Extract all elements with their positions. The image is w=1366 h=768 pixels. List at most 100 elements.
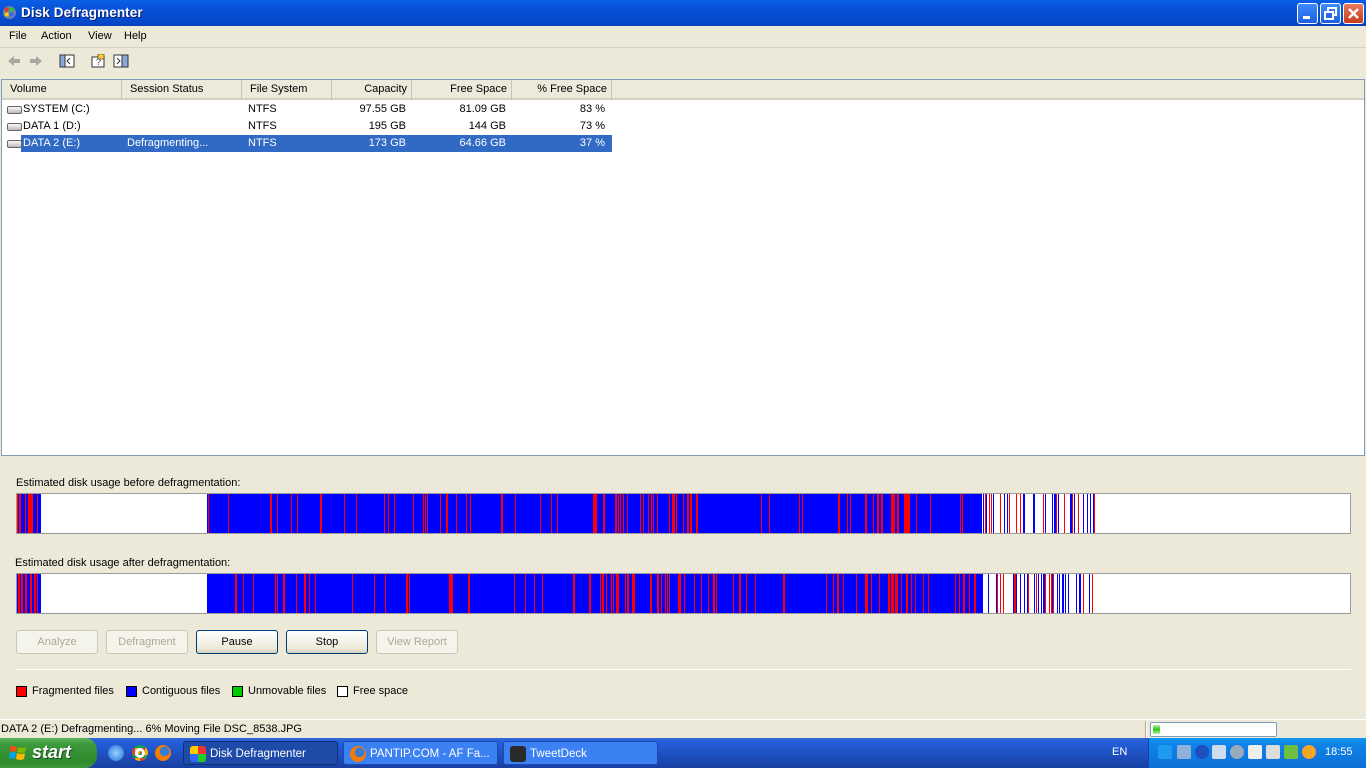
fragment-stripe bbox=[34, 574, 36, 613]
fragment-stripe bbox=[632, 574, 633, 613]
fragment-stripe bbox=[1034, 494, 1035, 533]
properties-icon[interactable] bbox=[113, 54, 129, 68]
fragment-stripe bbox=[665, 574, 666, 613]
fragment-stripe bbox=[618, 574, 619, 613]
column-header-file-system[interactable]: File System bbox=[242, 80, 332, 100]
menu-view[interactable]: View bbox=[88, 30, 112, 42]
before-label: Estimated disk usage before defragmentat… bbox=[16, 477, 241, 489]
language-indicator[interactable]: EN bbox=[1112, 746, 1127, 758]
nvidia-tray-icon[interactable] bbox=[1284, 745, 1298, 759]
task-tweetdeck[interactable]: TweetDeck bbox=[503, 741, 658, 765]
fragment-stripe bbox=[1024, 494, 1025, 533]
disk-defragmenter-task-icon bbox=[190, 746, 206, 762]
forward-icon[interactable] bbox=[28, 54, 44, 68]
fragment-stripe bbox=[31, 494, 32, 533]
fragment-stripe bbox=[270, 494, 272, 533]
fragment-stripe bbox=[657, 574, 659, 613]
fragment-stripe bbox=[384, 494, 385, 533]
fragment-stripe bbox=[466, 494, 467, 533]
analyze-button[interactable]: Analyze bbox=[16, 630, 98, 654]
utility-tray-icon[interactable] bbox=[1230, 745, 1244, 759]
tweetdeck-task-icon bbox=[510, 746, 526, 762]
bluetooth-tray-icon[interactable] bbox=[1195, 745, 1209, 759]
pointer-tray-icon[interactable] bbox=[1248, 745, 1262, 759]
show-hide-tree-icon[interactable] bbox=[59, 54, 75, 68]
clock: 18:55 bbox=[1325, 746, 1353, 758]
fragment-stripe bbox=[683, 494, 684, 533]
menu-file[interactable]: File bbox=[9, 30, 27, 42]
fragment-stripe bbox=[888, 574, 890, 613]
fragment-stripe bbox=[595, 494, 596, 533]
column-header-free-space[interactable]: Free Space bbox=[412, 80, 512, 100]
fragment-stripe bbox=[613, 574, 614, 613]
title-bar[interactable]: Disk Defragmenter bbox=[0, 0, 1366, 26]
help-icon[interactable]: ? bbox=[90, 54, 106, 68]
fragment-stripe bbox=[18, 574, 20, 613]
fragment-stripe bbox=[501, 494, 503, 533]
chrome-icon[interactable] bbox=[132, 745, 148, 761]
column-header-session-status[interactable]: Session Status bbox=[122, 80, 242, 100]
volume-tray-icon[interactable] bbox=[1266, 745, 1280, 759]
task-pantip[interactable]: PANTIP.COM - AF Fa... bbox=[343, 741, 498, 765]
fragment-stripe bbox=[1093, 494, 1094, 533]
restore-icon bbox=[1324, 7, 1337, 20]
view-report-button[interactable]: View Report bbox=[376, 630, 458, 654]
pause-button[interactable]: Pause bbox=[196, 630, 278, 654]
network-tray-icon[interactable] bbox=[1177, 745, 1191, 759]
fragment-stripe bbox=[30, 574, 31, 613]
fragment-stripe bbox=[761, 494, 762, 533]
column-header-pct-free-space[interactable]: % Free Space bbox=[512, 80, 612, 100]
fragment-stripe bbox=[784, 574, 785, 613]
update-tray-icon[interactable] bbox=[1302, 745, 1316, 759]
fragment-stripe bbox=[678, 574, 679, 613]
stop-button[interactable]: Stop bbox=[286, 630, 368, 654]
contiguous-block bbox=[837, 574, 917, 613]
minimize-icon bbox=[1303, 16, 1310, 19]
fragment-stripe bbox=[866, 494, 867, 533]
back-icon[interactable] bbox=[6, 54, 22, 68]
fragment-stripe bbox=[1094, 494, 1095, 533]
restore-button[interactable] bbox=[1320, 3, 1341, 24]
status-text: DATA 2 (E:) Defragmenting... 6% Moving F… bbox=[1, 723, 302, 735]
fragment-stripe bbox=[833, 574, 834, 613]
volume-row[interactable]: DATA 1 (D:) NTFS 195 GB 144 GB 73 % bbox=[2, 118, 612, 135]
fragment-stripe bbox=[676, 494, 677, 533]
fragment-stripe bbox=[1016, 574, 1017, 613]
fragment-stripe bbox=[1020, 574, 1021, 613]
fragment-stripe bbox=[1015, 574, 1016, 613]
fragment-stripe bbox=[603, 494, 605, 533]
close-button[interactable] bbox=[1343, 3, 1364, 24]
volume-list[interactable]: Volume Session Status File System Capaci… bbox=[1, 79, 1365, 456]
menu-action[interactable]: Action bbox=[41, 30, 72, 42]
task-disk-defragmenter[interactable]: Disk Defragmenter bbox=[183, 741, 338, 765]
fragment-stripe bbox=[1033, 494, 1034, 533]
fragment-stripe bbox=[906, 494, 907, 533]
column-header-capacity[interactable]: Capacity bbox=[332, 80, 412, 100]
fragment-stripe bbox=[1052, 494, 1053, 533]
fragment-stripe bbox=[1054, 494, 1055, 533]
start-button[interactable]: start bbox=[0, 738, 97, 768]
fragment-stripe bbox=[847, 494, 848, 533]
ie-icon[interactable] bbox=[108, 745, 124, 761]
fragment-stripe bbox=[960, 494, 961, 533]
fragment-stripe bbox=[427, 494, 428, 533]
file-system: NTFS bbox=[248, 103, 277, 115]
minimize-button[interactable] bbox=[1297, 3, 1318, 24]
system-tray: 18:55 bbox=[1148, 738, 1366, 768]
fragment-stripe bbox=[696, 494, 697, 533]
twitter-tray-icon[interactable] bbox=[1158, 745, 1172, 759]
fragment-stripe bbox=[540, 494, 541, 533]
defragment-button[interactable]: Defragment bbox=[106, 630, 188, 654]
fragment-stripe bbox=[669, 574, 670, 613]
fragment-stripe bbox=[25, 574, 26, 613]
menu-help[interactable]: Help bbox=[124, 30, 147, 42]
legend-unmovable-swatch bbox=[232, 686, 243, 697]
volume-row-selected[interactable]: DATA 2 (E:) Defragmenting... NTFS 173 GB… bbox=[7, 135, 612, 152]
fragment-stripe bbox=[963, 574, 965, 613]
fragment-stripe bbox=[627, 494, 628, 533]
safely-remove-tray-icon[interactable] bbox=[1212, 745, 1226, 759]
volume-row[interactable]: SYSTEM (C:) NTFS 97.55 GB 81.09 GB 83 % bbox=[2, 101, 612, 118]
firefox-icon[interactable] bbox=[155, 745, 171, 761]
column-header-volume[interactable]: Volume bbox=[2, 80, 122, 100]
fragment-stripe bbox=[989, 494, 990, 533]
